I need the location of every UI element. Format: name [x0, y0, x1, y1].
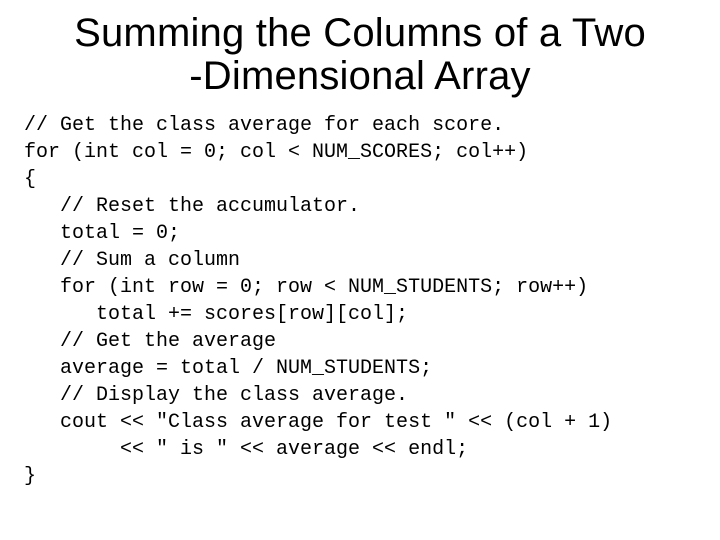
- slide-title: Summing the Columns of a Two -Dimensiona…: [24, 12, 696, 98]
- slide: Summing the Columns of a Two -Dimensiona…: [0, 0, 720, 540]
- code-line: // Sum a column: [24, 249, 240, 272]
- code-line: // Reset the accumulator.: [24, 195, 360, 218]
- code-line: << " is " << average << endl;: [24, 438, 468, 461]
- title-line-1: Summing the Columns of a Two: [74, 11, 646, 55]
- code-line: }: [24, 465, 36, 488]
- code-line: {: [24, 168, 36, 191]
- title-line-2: -Dimensional Array: [189, 54, 531, 98]
- code-line: for (int col = 0; col < NUM_SCORES; col+…: [24, 141, 528, 164]
- code-line: total = 0;: [24, 222, 180, 245]
- code-line: for (int row = 0; row < NUM_STUDENTS; ro…: [24, 276, 588, 299]
- code-line: average = total / NUM_STUDENTS;: [24, 357, 432, 380]
- code-line: total += scores[row][col];: [24, 303, 408, 326]
- code-line: // Get the average: [24, 330, 276, 353]
- code-line: cout << "Class average for test " << (co…: [24, 411, 612, 434]
- code-block: // Get the class average for each score.…: [24, 112, 696, 490]
- code-line: // Get the class average for each score.: [24, 114, 504, 137]
- code-line: // Display the class average.: [24, 384, 408, 407]
